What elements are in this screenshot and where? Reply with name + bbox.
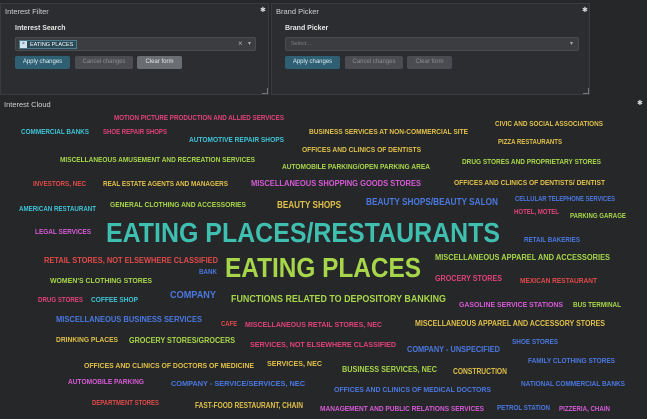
cloud-word[interactable]: CIVIC AND SOCIAL ASSOCIATIONS [495, 121, 603, 128]
cloud-word[interactable]: SERVICES, NOT ELSEWHERE CLASSIFIED [250, 341, 396, 349]
brand-picker-input[interactable]: Select... ▾ [285, 37, 579, 51]
brand-picker-placeholder: Select... [291, 41, 311, 47]
cloud-word[interactable]: AUTOMOBILE PARKING [68, 379, 144, 386]
resize-handle[interactable] [262, 88, 268, 94]
cloud-word[interactable]: EATING PLACES [225, 254, 421, 282]
cancel-changes-button[interactable]: Cancel changes [75, 56, 133, 69]
cloud-word[interactable]: FAST-FOOD RESTAURANT, CHAIN [195, 402, 303, 410]
brand-picker-title: Brand Picker [276, 7, 319, 16]
cloud-word[interactable]: OFFICES AND CLINICS OF DOCTORS OF MEDICI… [84, 362, 254, 370]
cloud-word[interactable]: MISCELLANEOUS BUSINESS SERVICES [56, 316, 202, 324]
cloud-word[interactable]: BEAUTY SHOPS [277, 201, 341, 211]
cloud-word[interactable]: GASOLINE SERVICE STATIONS [459, 301, 563, 309]
chevron-down-icon[interactable]: ▾ [570, 40, 573, 47]
cloud-word[interactable]: SHOE STORES [512, 339, 558, 346]
brand-picker-panel: Brand Picker ✱ Brand Picker Select... ▾ … [271, 3, 590, 95]
cloud-word[interactable]: BUSINESS SERVICES, NEC [342, 366, 437, 374]
gear-icon[interactable]: ✱ [582, 7, 588, 14]
cloud-word[interactable]: COFFEE SHOP [91, 296, 138, 304]
cloud-word[interactable]: NATIONAL COMMERCIAL BANKS [521, 381, 625, 388]
x-icon[interactable]: × [20, 41, 27, 48]
cloud-word[interactable]: DRUG STORES [38, 297, 83, 304]
cloud-word[interactable]: FAMILY CLOTHING STORES [528, 357, 615, 365]
cloud-word[interactable]: RETAIL STORES, NOT ELSEWHERE CLASSIFIED [44, 257, 218, 265]
chevron-down-icon[interactable]: ▾ [248, 40, 251, 47]
cloud-word[interactable]: OFFICES AND CLINICS OF MEDICAL DOCTORS [334, 386, 491, 394]
cloud-word[interactable]: MISCELLANEOUS APPAREL AND ACCESSORIES [435, 254, 610, 262]
cloud-word[interactable]: FUNCTIONS RELATED TO DEPOSITORY BANKING [231, 295, 446, 305]
cloud-word[interactable]: EATING PLACES/RESTAURANTS [106, 219, 500, 247]
cancel-changes-button[interactable]: Cancel changes [345, 56, 403, 69]
cloud-word[interactable]: MISCELLANEOUS AMUSEMENT AND RECREATION S… [60, 156, 255, 164]
cloud-word[interactable]: INVESTORS, NEC [33, 181, 86, 188]
cloud-word[interactable]: SERVICES, NEC [267, 360, 322, 368]
apply-changes-button[interactable]: Apply changes [285, 56, 340, 69]
cloud-word[interactable]: MISCELLANEOUS RETAIL STORES, NEC [245, 321, 382, 329]
interest-search-label: Interest Search [15, 25, 66, 32]
interest-cloud-title: Interest Cloud [4, 100, 51, 109]
cloud-word[interactable]: MANAGEMENT AND PUBLIC RELATIONS SERVICES [320, 406, 484, 413]
gear-icon[interactable]: ✱ [637, 100, 643, 107]
cloud-word[interactable]: PIZZA RESTAURANTS [498, 139, 562, 146]
clear-form-button[interactable]: Clear form [407, 56, 452, 69]
cloud-word[interactable]: BEAUTY SHOPS/BEAUTY SALON [366, 198, 498, 208]
cloud-word[interactable]: RETAIL BAKERIES [524, 237, 580, 244]
cloud-word[interactable]: DRINKING PLACES [56, 337, 118, 344]
cloud-word[interactable]: AMERICAN RESTAURANT [19, 206, 96, 213]
selected-interest-chip-label: EATING PLACES [30, 41, 74, 48]
cloud-word[interactable]: CONSTRUCTION [453, 368, 507, 376]
cloud-word[interactable]: COMPANY - SERVICE/SERVICES, NEC [171, 380, 305, 388]
cloud-word[interactable]: COMPANY - UNSPECIFIED [407, 346, 500, 354]
cloud-word[interactable]: OFFICES AND CLINICS OF DENTISTS/ DENTIST [454, 179, 605, 187]
interest-filter-panel: Interest Filter ✱ Interest Search × EATI… [0, 3, 269, 95]
interest-cloud-panel: Interest Cloud ✱ MOTION PICTURE PRODUCTI… [0, 97, 647, 419]
clear-form-button[interactable]: Clear form [137, 56, 182, 69]
cloud-word[interactable]: MEXICAN RESTAURANT [520, 277, 597, 285]
cloud-word[interactable]: AUTOMOTIVE REPAIR SHOPS [189, 136, 284, 144]
cloud-word[interactable]: DRUG STORES AND PROPRIETARY STORES [462, 158, 601, 166]
cloud-word[interactable]: COMPANY [170, 291, 216, 301]
cloud-word[interactable]: GROCERY STORES/GROCERS [129, 337, 235, 345]
cloud-word[interactable]: MOTION PICTURE PRODUCTION AND ALLIED SER… [114, 114, 284, 122]
cloud-word[interactable]: AUTOMOBILE PARKING/OPEN PARKING AREA [282, 163, 430, 171]
cloud-word[interactable]: LEGAL SERVICES [35, 229, 91, 236]
cloud-word[interactable]: BUSINESS SERVICES AT NON-COMMERCIAL SITE [309, 128, 468, 136]
cloud-word[interactable]: OFFICES AND CLINICS OF DENTISTS [302, 146, 421, 154]
cloud-word[interactable]: MISCELLANEOUS SHOPPING GOODS STORES [251, 180, 421, 188]
cloud-word[interactable]: PARKING GARAGE [570, 213, 626, 220]
apply-changes-button[interactable]: Apply changes [15, 56, 70, 69]
brand-picker-label: Brand Picker [285, 25, 329, 32]
interest-filter-title: Interest Filter [5, 7, 49, 16]
cloud-word[interactable]: CELLULAR TELEPHONE SERVICES [515, 196, 615, 203]
cloud-word[interactable]: WOMEN'S CLOTHING STORES [50, 277, 152, 285]
cloud-word[interactable]: DEPARTMENT STORES [92, 400, 159, 407]
cloud-word[interactable]: BANK [199, 269, 217, 276]
gear-icon[interactable]: ✱ [260, 7, 266, 14]
resize-handle[interactable] [583, 88, 589, 94]
cloud-word[interactable]: GENERAL CLOTHING AND ACCESSORIES [110, 201, 246, 209]
cloud-word[interactable]: SHOE REPAIR SHOPS [103, 129, 167, 136]
cloud-word[interactable]: MISCELLANEOUS APPAREL AND ACCESSORY STOR… [415, 320, 605, 328]
interest-search-input[interactable]: × EATING PLACES × ▾ [15, 37, 256, 51]
cloud-word[interactable]: COMMERCIAL BANKS [21, 129, 89, 136]
cloud-word[interactable]: HOTEL, MOTEL [514, 209, 559, 216]
cloud-word[interactable]: PIZZERIA, CHAIN [559, 406, 610, 413]
cloud-word[interactable]: BUS TERMINAL [573, 302, 621, 309]
cloud-word[interactable]: GROCERY STORES [435, 275, 502, 283]
cloud-word[interactable]: REAL ESTATE AGENTS AND MANAGERS [103, 180, 228, 188]
cloud-word[interactable]: PETROL STATION [497, 405, 550, 412]
cloud-word[interactable]: CAFE [221, 321, 237, 328]
selected-interest-chip: × EATING PLACES [19, 40, 78, 49]
clear-icon[interactable]: × [238, 39, 243, 48]
